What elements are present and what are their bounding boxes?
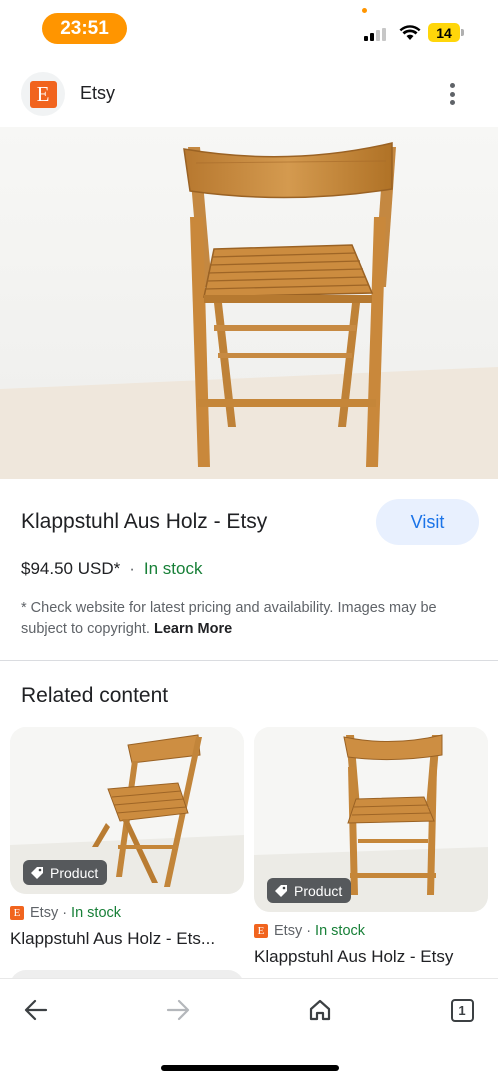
related-heading: Related content — [21, 684, 169, 707]
back-button[interactable] — [16, 993, 56, 1027]
stock-status: In stock — [143, 559, 203, 578]
site-name[interactable]: Etsy — [80, 83, 115, 104]
separator-dot: · — [62, 905, 68, 921]
badge-label: Product — [294, 882, 343, 899]
card-source: E Etsy · In stock — [254, 923, 365, 939]
price-row: $94.50 USD* · In stock — [21, 559, 203, 579]
product-price: $94.50 USD* — [21, 559, 121, 578]
forward-icon — [166, 999, 190, 1021]
tag-icon — [31, 866, 43, 879]
disclaimer: * Check website for latest pricing and a… — [21, 598, 481, 640]
source-name: Etsy — [274, 923, 303, 939]
signal-icon — [364, 28, 386, 41]
site-logo[interactable]: E — [21, 72, 65, 116]
card-title[interactable]: Klappstuhl Aus Holz - Etsy — [254, 947, 488, 967]
home-button[interactable] — [300, 993, 340, 1027]
battery-level: 14 — [428, 23, 460, 42]
forward-button[interactable] — [158, 993, 198, 1027]
etsy-mini-logo: E — [254, 924, 268, 938]
related-card[interactable]: Product E Etsy · In stock Klappstuhl Aus… — [10, 727, 244, 957]
separator-dot: · — [129, 559, 135, 578]
stock-status: In stock — [71, 905, 122, 921]
related-card[interactable]: Product E Etsy · In stock Klappstuhl Aus… — [254, 727, 488, 972]
home-indicator[interactable] — [161, 1065, 339, 1071]
product-title[interactable]: Klappstuhl Aus Holz - Etsy — [21, 510, 267, 534]
product-image[interactable] — [0, 127, 498, 479]
more-vert-icon[interactable] — [440, 80, 464, 108]
product-badge: Product — [267, 878, 352, 903]
tabs-icon: 1 — [450, 998, 474, 1022]
clock: 23:51 — [42, 13, 127, 44]
bottom-nav: 1 — [0, 978, 498, 1080]
card-title[interactable]: Klappstuhl Aus Holz - Ets... — [10, 929, 244, 949]
stock-status: In stock — [315, 923, 366, 939]
site-header: E Etsy — [0, 66, 498, 122]
tag-icon — [275, 884, 287, 897]
visit-button[interactable]: Visit — [376, 499, 479, 545]
tabs-button[interactable]: 1 — [442, 993, 482, 1027]
learn-more-link[interactable]: Learn More — [154, 621, 232, 637]
battery-icon: 14 — [428, 23, 464, 42]
divider — [0, 660, 498, 661]
product-badge: Product — [23, 860, 108, 885]
separator-dot: · — [306, 923, 312, 939]
etsy-mini-logo: E — [10, 906, 24, 920]
wifi-icon — [399, 25, 421, 40]
etsy-logo-letter: E — [29, 80, 57, 108]
privacy-indicator-dot — [362, 8, 367, 13]
badge-label: Product — [50, 864, 99, 881]
home-icon — [309, 999, 331, 1021]
card-source: E Etsy · In stock — [10, 905, 121, 921]
status-bar: 23:51 14 — [0, 0, 498, 60]
source-name: Etsy — [30, 905, 59, 921]
back-icon — [24, 999, 48, 1021]
